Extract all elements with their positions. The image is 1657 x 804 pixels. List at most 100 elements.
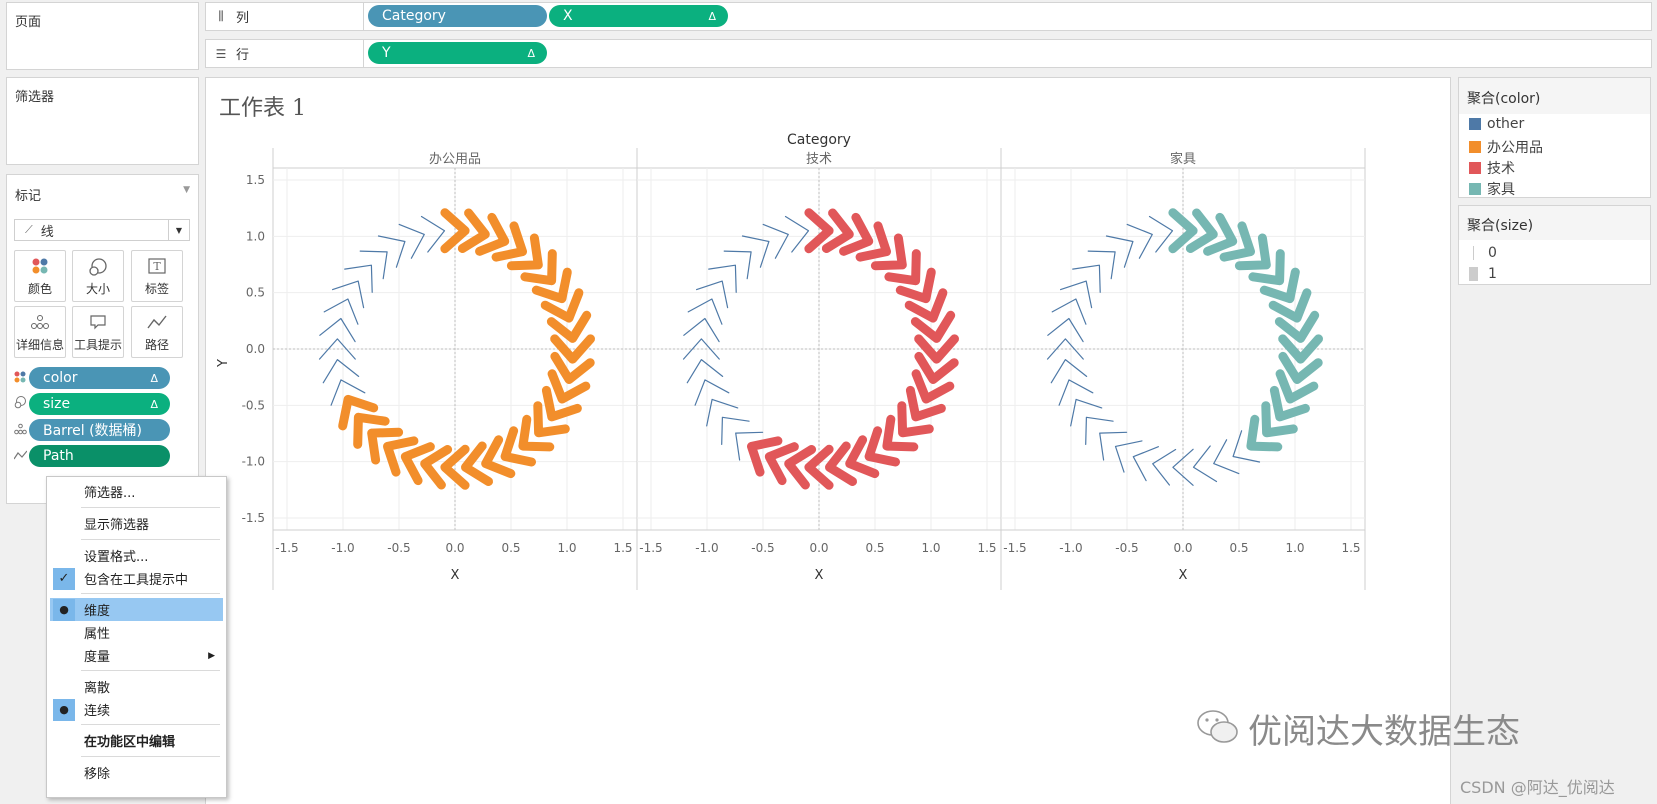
arrow-mark-other: [1085, 416, 1114, 445]
menu-item-include-tooltip[interactable]: ✓ 包含在工具提示中: [50, 567, 223, 590]
chart-canvas[interactable]: Category Y 1.5 1.0 0.5 0.0 -0.5 -1.0 -1.5 办公用品 -1.…: [205, 130, 1451, 670]
menu-separator: [81, 593, 220, 594]
tooltip-button[interactable]: 工具提示: [72, 306, 124, 358]
line-mark-icon: ⟋: [25, 223, 33, 236]
size-button[interactable]: 大小: [72, 250, 124, 302]
detail-button[interactable]: 详细信息: [14, 306, 66, 358]
marks-card: 标记 ▼ ⟋ 线 ▼ 颜色 大小 T 标签 详细信息 工具提示 路径 color…: [6, 174, 199, 504]
legend-item-tech[interactable]: 技术: [1469, 158, 1515, 178]
menu-item-dimension[interactable]: ● 维度: [50, 598, 223, 621]
menu-item-label: 显示筛选器: [84, 518, 150, 533]
arrow-mark-other: [1047, 317, 1084, 343]
arrow-mark-other: [683, 317, 720, 343]
rows-icon: ☰: [215, 46, 227, 61]
menu-item-label: 维度: [84, 604, 111, 619]
legend-label: 办公用品: [1487, 140, 1543, 156]
menu-item-discrete[interactable]: 离散: [50, 675, 223, 698]
x-tick-label: -1.5: [275, 541, 298, 555]
mark-type-dropdown[interactable]: ⟋ 线 ▼: [14, 219, 190, 241]
worksheet-title: 工作表 1: [219, 96, 306, 121]
delta-icon: Δ: [708, 9, 716, 23]
marks-field-size[interactable]: size Δ: [14, 393, 170, 415]
color-legend-title: 聚合(color): [1467, 91, 1541, 107]
x-tick-label: 1.5: [977, 541, 996, 555]
menu-item-label: 连续: [84, 704, 111, 719]
legend-item-other[interactable]: other: [1469, 116, 1524, 132]
legend-label: 0: [1488, 245, 1497, 261]
arrow-mark-other: [1099, 431, 1128, 461]
marks-title: 标记: [15, 189, 42, 204]
size-pill-label: size: [43, 396, 71, 412]
legend-swatch: [1469, 118, 1481, 130]
x-pill-label: X: [563, 8, 573, 24]
rows-shelf[interactable]: ☰ 行 Y Δ: [205, 39, 1652, 68]
size-swatch-thick: [1469, 267, 1478, 281]
color-pill[interactable]: color Δ: [29, 367, 170, 389]
panel-header-2: 家具: [1170, 151, 1196, 167]
menu-item-label: 筛选器...: [84, 486, 136, 501]
path-pill[interactable]: Path: [29, 445, 170, 467]
legend-item-office[interactable]: 办公用品: [1469, 137, 1543, 157]
legend-swatch: [1469, 162, 1481, 174]
pages-panel[interactable]: 页面: [6, 2, 199, 70]
category-pill[interactable]: Category: [368, 5, 547, 27]
marks-field-color[interactable]: color Δ: [14, 367, 170, 389]
arrow-mark-other: [323, 298, 359, 325]
menu-item-continuous[interactable]: ● 连续: [50, 698, 223, 721]
path-button[interactable]: 路径: [131, 306, 183, 358]
menu-item-remove[interactable]: 移除: [50, 761, 223, 784]
marks-collapse-icon[interactable]: ▼: [183, 185, 190, 195]
mark-type-label: 线: [40, 224, 54, 240]
menu-item-measure[interactable]: 度量 ▶: [50, 644, 223, 667]
menu-item-label: 包含在工具提示中: [84, 573, 189, 588]
x-tick-label: 1.0: [921, 541, 940, 555]
delta-icon: Δ: [150, 371, 158, 385]
path-icon: [147, 314, 167, 334]
menu-item-filter[interactable]: 筛选器...: [50, 480, 223, 503]
arrow-mark-other: [687, 298, 723, 325]
x-axis-title: X: [1179, 568, 1188, 583]
path-pill-label: Path: [43, 448, 74, 464]
legend-label: 技术: [1487, 161, 1515, 177]
arrow-mark-other: [1087, 250, 1116, 280]
menu-item-format[interactable]: 设置格式...: [50, 544, 223, 567]
arrow-mark-other: [721, 416, 750, 445]
category-pill-label: Category: [382, 8, 446, 24]
x-axis-title: X: [815, 568, 824, 583]
chevron-down-icon[interactable]: ▼: [168, 220, 189, 240]
columns-shelf[interactable]: ⫼ 列 Category X Δ: [205, 2, 1652, 31]
menu-item-show-filter[interactable]: 显示筛选器: [50, 512, 223, 535]
menu-item-edit-in-shelf[interactable]: 在功能区中编辑: [50, 729, 223, 752]
legend-item-size-1[interactable]: 1: [1469, 266, 1497, 282]
size-pill[interactable]: size Δ: [29, 393, 170, 415]
arrow-mark-other: [1059, 280, 1093, 309]
y-tick-label: 1.0: [246, 229, 265, 243]
menu-item-attribute[interactable]: 属性: [50, 621, 223, 644]
y-pill[interactable]: Y Δ: [368, 42, 547, 64]
filters-title: 筛选器: [15, 90, 55, 105]
marks-field-barrel[interactable]: Barrel (数据桶): [14, 419, 170, 441]
arrow-mark-other: [696, 280, 729, 309]
x-pill[interactable]: X Δ: [549, 5, 728, 27]
wechat-icon: [1196, 707, 1240, 751]
column-field-header: Category: [787, 132, 851, 148]
color-button[interactable]: 颜色: [14, 250, 66, 302]
barrel-pill[interactable]: Barrel (数据桶): [29, 419, 170, 441]
size-label: 大小: [85, 282, 110, 296]
legend-item-size-0[interactable]: 0: [1473, 245, 1497, 261]
color-pill-label: color: [43, 370, 78, 386]
x-tick-label: 0.0: [1173, 541, 1192, 555]
legend-label: other: [1487, 116, 1525, 132]
menu-item-label: 在功能区中编辑: [84, 735, 176, 750]
arrow-mark-other: [1152, 448, 1177, 486]
x-tick-label: -1.0: [695, 541, 718, 555]
label-button[interactable]: T 标签: [131, 250, 183, 302]
menu-separator: [81, 539, 220, 540]
legend-item-furniture[interactable]: 家具: [1469, 179, 1515, 199]
filters-panel[interactable]: 筛选器: [6, 77, 199, 165]
menu-item-label: 离散: [84, 681, 111, 696]
submenu-arrow-icon: ▶: [208, 650, 215, 661]
label-label: 标签: [144, 282, 169, 296]
y-tick-label: -0.5: [242, 398, 265, 412]
marks-field-path[interactable]: Path: [13, 445, 170, 467]
